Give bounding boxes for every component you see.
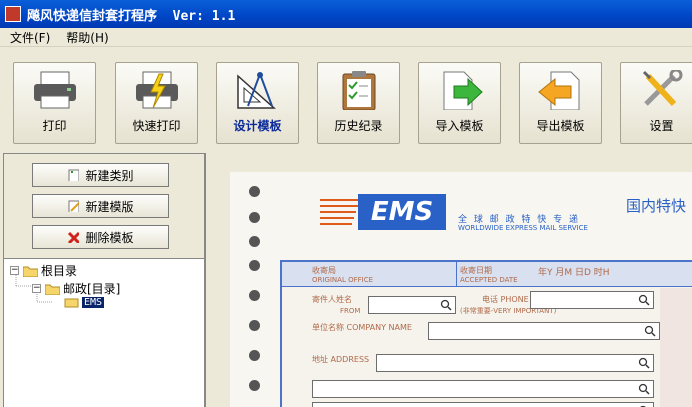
title-bar: 飚风快递信封套打程序 Ver: 1.1 (0, 0, 692, 28)
ymdh-label: 年Y 月M 日D 时H (538, 268, 610, 278)
sender-label: 寄件人姓名 (312, 295, 352, 304)
export-template-button[interactable]: 导出模板 (519, 62, 602, 144)
menu-bar: 文件(F) 帮助(H) (0, 28, 692, 47)
form-divider (456, 262, 457, 286)
quick-printer-icon (135, 71, 178, 109)
tree-label-ems: EMS (82, 296, 105, 308)
tree-label-post: 邮政[目录] (63, 282, 121, 296)
tree-node-ems[interactable]: EMS (64, 296, 105, 308)
new-page-icon (68, 169, 80, 181)
from-label: FROM (340, 307, 361, 315)
folder-icon (45, 284, 60, 295)
delete-x-icon (68, 231, 80, 243)
export-arrow-icon (537, 71, 579, 110)
magnifier-icon[interactable] (440, 299, 452, 311)
collapse-toggle[interactable]: − (10, 266, 19, 275)
origin-en-label: ORIGINAL OFFICE (312, 276, 374, 284)
clipboard-icon (342, 71, 375, 110)
address-label: 地址 ADDRESS (312, 355, 370, 364)
feed-hole (249, 350, 260, 361)
history-button[interactable]: 历史纪录 (317, 62, 400, 144)
ems-english: WORLDWIDE EXPRESS MAIL SERVICE (458, 224, 588, 232)
new-category-button[interactable]: 新建类别 (32, 163, 169, 187)
new-template-label: 新建模版 (85, 199, 134, 214)
phone-field[interactable] (530, 291, 654, 309)
delete-template-label: 删除模板 (85, 230, 134, 245)
new-category-label: 新建类别 (85, 168, 134, 183)
tree-label-root: 根目录 (41, 264, 78, 278)
window-title: 飚风快递信封套打程序 Ver: 1.1 (27, 8, 236, 24)
ems-form-preview: EMS 全 球 邮 政 特 快 专 递 WORLDWIDE EXPRESS MA… (230, 172, 692, 407)
app-icon (5, 6, 21, 22)
settings-button[interactable]: 设置 (620, 62, 692, 144)
feed-hole (249, 380, 260, 391)
collapse-toggle[interactable]: − (32, 284, 41, 293)
template-tree: − 根目录 − 邮政[目录] EMS (4, 258, 204, 407)
menu-help[interactable]: 帮助(H) (66, 29, 108, 46)
magnifier-icon[interactable] (644, 325, 656, 337)
feed-hole (249, 260, 260, 271)
import-template-label: 导入模板 (435, 119, 484, 133)
form-right-strip (660, 288, 692, 407)
design-template-button[interactable]: 设计模板 (216, 62, 299, 144)
design-template-label: 设计模板 (233, 119, 282, 133)
delete-template-button[interactable]: 删除模板 (32, 225, 169, 249)
tree-node-root[interactable]: − 根目录 (10, 262, 77, 279)
origin-label: 收寄局 (312, 266, 336, 275)
ems-logo: EMS (358, 194, 446, 230)
history-label: 历史纪录 (334, 119, 383, 133)
left-panel: 新建类别 新建模版 删除模板 − 根目录 − 邮政[目录] EMS (3, 153, 205, 407)
sender-name-field[interactable] (368, 296, 456, 314)
feed-hole (249, 212, 260, 223)
export-template-label: 导出模板 (536, 119, 585, 133)
phone-label: 电话 PHONE (482, 295, 529, 304)
print-button[interactable]: 打印 (13, 62, 96, 144)
drafting-tools-icon (236, 72, 276, 109)
address-field-2[interactable] (312, 380, 654, 398)
ems-domestic-label: 国内特快 (626, 197, 687, 215)
quick-print-label: 快速打印 (132, 119, 181, 133)
magnifier-icon[interactable] (638, 383, 650, 395)
magnifier-icon[interactable] (638, 294, 650, 306)
feed-hole (249, 236, 260, 247)
toolbar: 打印 快速打印 设计模板 历史纪录 导入模板 导出模板 设置 (0, 50, 692, 148)
date-en-label: ACCEPTED DATE (460, 276, 518, 284)
company-label: 单位名称 COMPANY NAME (312, 323, 412, 332)
company-name-field[interactable] (428, 322, 660, 340)
date-label: 收寄日期 (460, 266, 492, 275)
address-field-1[interactable] (376, 354, 654, 372)
import-template-button[interactable]: 导入模板 (418, 62, 501, 144)
printer-icon (33, 71, 76, 109)
address-field-3[interactable] (312, 402, 654, 407)
settings-label: 设置 (649, 119, 674, 133)
folder-icon (23, 266, 38, 277)
feed-hole (249, 290, 260, 301)
edit-page-icon (68, 200, 80, 212)
feed-hole (249, 320, 260, 331)
magnifier-icon[interactable] (638, 357, 650, 369)
import-arrow-icon (443, 71, 483, 110)
new-template-button[interactable]: 新建模版 (32, 194, 169, 218)
print-label: 打印 (42, 119, 67, 133)
quick-print-button[interactable]: 快速打印 (115, 62, 198, 144)
wrench-screwdriver-icon (642, 70, 682, 107)
template-icon (64, 298, 79, 308)
feed-hole (249, 186, 260, 197)
menu-file[interactable]: 文件(F) (10, 29, 50, 46)
tree-node-post[interactable]: − 邮政[目录] (32, 280, 120, 297)
